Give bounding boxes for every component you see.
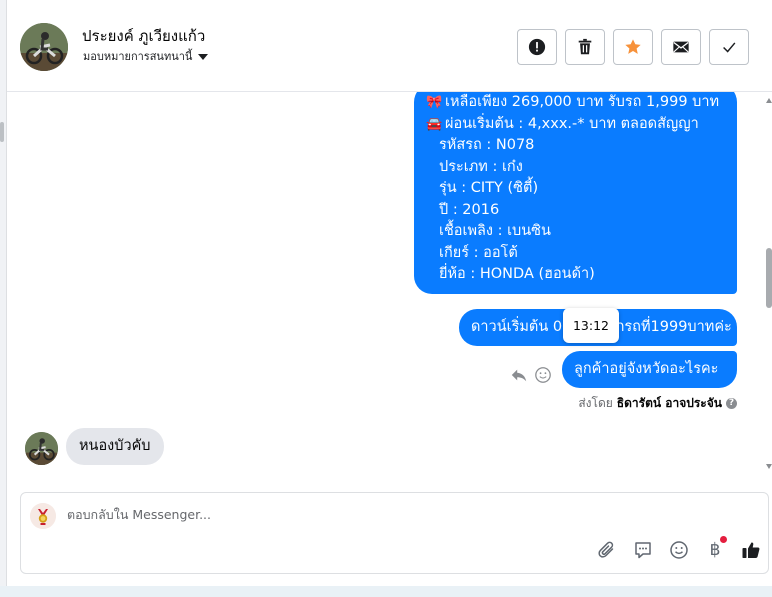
- trash-button[interactable]: [565, 29, 605, 65]
- thumbs-up-icon: [742, 542, 760, 558]
- composer-tools: ฿: [596, 536, 762, 561]
- help-icon[interactable]: ?: [726, 398, 737, 409]
- trash-icon: [578, 38, 592, 55]
- caret-down-icon: [198, 54, 209, 60]
- checkmark-icon: [723, 42, 736, 53]
- conversation-panel: ประยงค์ ภูเวียงแก้ว มอบหมายการสนทนานี้ 🎀…: [6, 0, 772, 586]
- message-thread[interactable]: 🎀 เหลือเพียง 269,000 บาท รับรถ 1,999 บาท …: [7, 92, 772, 485]
- reply-input[interactable]: [67, 507, 667, 522]
- star-button[interactable]: [613, 29, 653, 65]
- page-avatar: [30, 503, 56, 529]
- baht-icon: ฿: [709, 540, 721, 560]
- smiley-react-icon[interactable]: [534, 366, 552, 384]
- contact-avatar[interactable]: [20, 23, 68, 71]
- left-scrollbar-thumb[interactable]: [0, 122, 4, 142]
- message-line: 🎀 เหลือเพียง 269,000 บาท รับรถ 1,999 บาท: [426, 92, 725, 114]
- envelope-icon: [673, 41, 689, 53]
- reply-icon[interactable]: [510, 366, 528, 384]
- message-actions: [510, 366, 552, 384]
- reply-composer: ฿: [20, 492, 769, 574]
- ribbon-icon: 🎀: [426, 95, 443, 110]
- attach-button[interactable]: [596, 539, 618, 561]
- done-button[interactable]: [709, 29, 749, 65]
- payment-button[interactable]: ฿: [704, 536, 727, 561]
- sent-by-agent[interactable]: ธิดารัตน์ อาจประจัน: [617, 394, 722, 413]
- car-icon: 🚘: [426, 116, 443, 132]
- alert-circle-icon: [528, 38, 546, 56]
- thread-scrollbar-thumb[interactable]: [766, 248, 772, 308]
- contact-name[interactable]: ประยงค์ ภูเวียงแก้ว: [82, 24, 205, 48]
- message-line: 🚘 ผ่อนเริ่มต้น : 4,xxx.-* บาท ตลอดสัญญา: [426, 114, 725, 136]
- incoming-message[interactable]: หนองบัวคับ: [66, 428, 164, 465]
- sent-by-label: ส่งโดย: [578, 396, 613, 410]
- detail-line: ยี่ห้อ : HONDA (ฮอนด้า): [439, 266, 595, 282]
- scroll-down-arrow[interactable]: [766, 464, 772, 469]
- assign-conversation-dropdown[interactable]: มอบหมายการสนทนานี้: [83, 47, 209, 65]
- like-button[interactable]: [740, 539, 762, 561]
- detail-line: ประเภท : เก๋ง: [439, 158, 523, 175]
- detail-line: รุ่น : CITY (ซิตี้): [439, 180, 539, 196]
- thread-scrollbar[interactable]: [765, 92, 772, 485]
- star-icon: [625, 39, 641, 54]
- detail-line: เชื้อเพลิง : เบนซิน: [439, 223, 551, 239]
- saved-replies-button[interactable]: [632, 539, 654, 561]
- emoji-button[interactable]: [668, 539, 690, 561]
- detail-line: รหัสรถ : N078: [439, 137, 535, 153]
- timestamp-tooltip: 13:12: [563, 308, 619, 343]
- paperclip-icon: [598, 541, 614, 558]
- notification-dot: [720, 536, 727, 543]
- detail-line: ปี : 2016: [439, 201, 500, 218]
- outgoing-message-car-details[interactable]: 🎀 เหลือเพียง 269,000 บาท รับรถ 1,999 บาท …: [414, 92, 737, 294]
- contact-avatar-small[interactable]: [25, 432, 58, 465]
- smiley-icon: [670, 541, 688, 559]
- chat-bubble-icon: [635, 542, 651, 559]
- detail-line: เกียร์ : ออโต้: [439, 244, 518, 261]
- mail-button[interactable]: [661, 29, 701, 65]
- conversation-header: ประยงค์ ภูเวียงแก้ว มอบหมายการสนทนานี้: [7, 0, 772, 92]
- assign-label: มอบหมายการสนทนานี้: [83, 50, 193, 63]
- scroll-up-arrow[interactable]: [766, 98, 772, 103]
- sent-by-info: ส่งโดย ธิดารัตน์ อาจประจัน ?: [578, 394, 737, 413]
- outgoing-message[interactable]: ลูกค้าอยู่จังหวัดอะไรคะ: [562, 351, 737, 388]
- alert-button[interactable]: [517, 29, 557, 65]
